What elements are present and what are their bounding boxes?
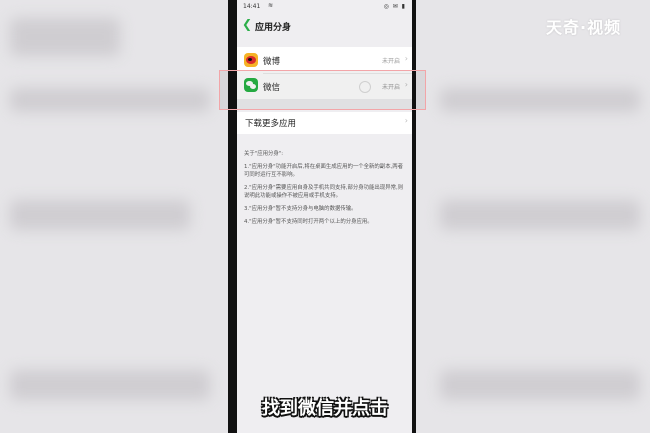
weibo-icon [244,53,258,67]
info-item: 4."应用分身"暂不支持同时打开两个以上的分身应用。 [244,219,373,225]
app-status: 未开启 [381,58,400,65]
nav-bar: ❮ 应用分身 [237,14,412,38]
chevron-right-icon: › [404,116,408,125]
info-item: 3."应用分身"暂不支持分身与电脑的数据传输。 [244,206,357,212]
wifi-icon: ≋ [268,2,274,9]
status-icons: ◎ ✉ ▮ [383,3,406,10]
info-item: 1."应用分身"功能开启后,将在桌面生成应用的一个全新的副本,两者可同时运行互不… [244,164,404,178]
info-heading: 关于"应用分身": [244,151,284,157]
status-time: 14:41 [243,3,261,10]
wechat-highlight-box [219,70,426,110]
video-subtitle: 找到微信并点击 [262,398,388,419]
watermark-logo: 天奇·视频 [546,18,622,37]
status-bar: 14:41 ≋ ◎ ✉ ▮ [237,0,412,14]
chevron-right-icon: › [404,54,408,63]
back-arrow-icon[interactable]: ❮ [242,17,252,31]
info-item: 2."应用分身"需要应用自身及手机共同支持,部分身功能出现异常,则说明此功能或操… [244,185,404,199]
app-name: 微博 [263,57,281,67]
download-more-label: 下载更多应用 [245,119,297,129]
phone-screen: 14:41 ≋ ◎ ✉ ▮ ❮ 应用分身 微博 未开启 › 微信 未开启 › 下… [237,0,412,433]
page-title: 应用分身 [255,23,292,33]
download-more-row[interactable]: 下载更多应用 › [237,112,412,134]
info-section: 关于"应用分身": 1."应用分身"功能开启后,将在桌面生成应用的一个全新的副本… [244,150,406,231]
